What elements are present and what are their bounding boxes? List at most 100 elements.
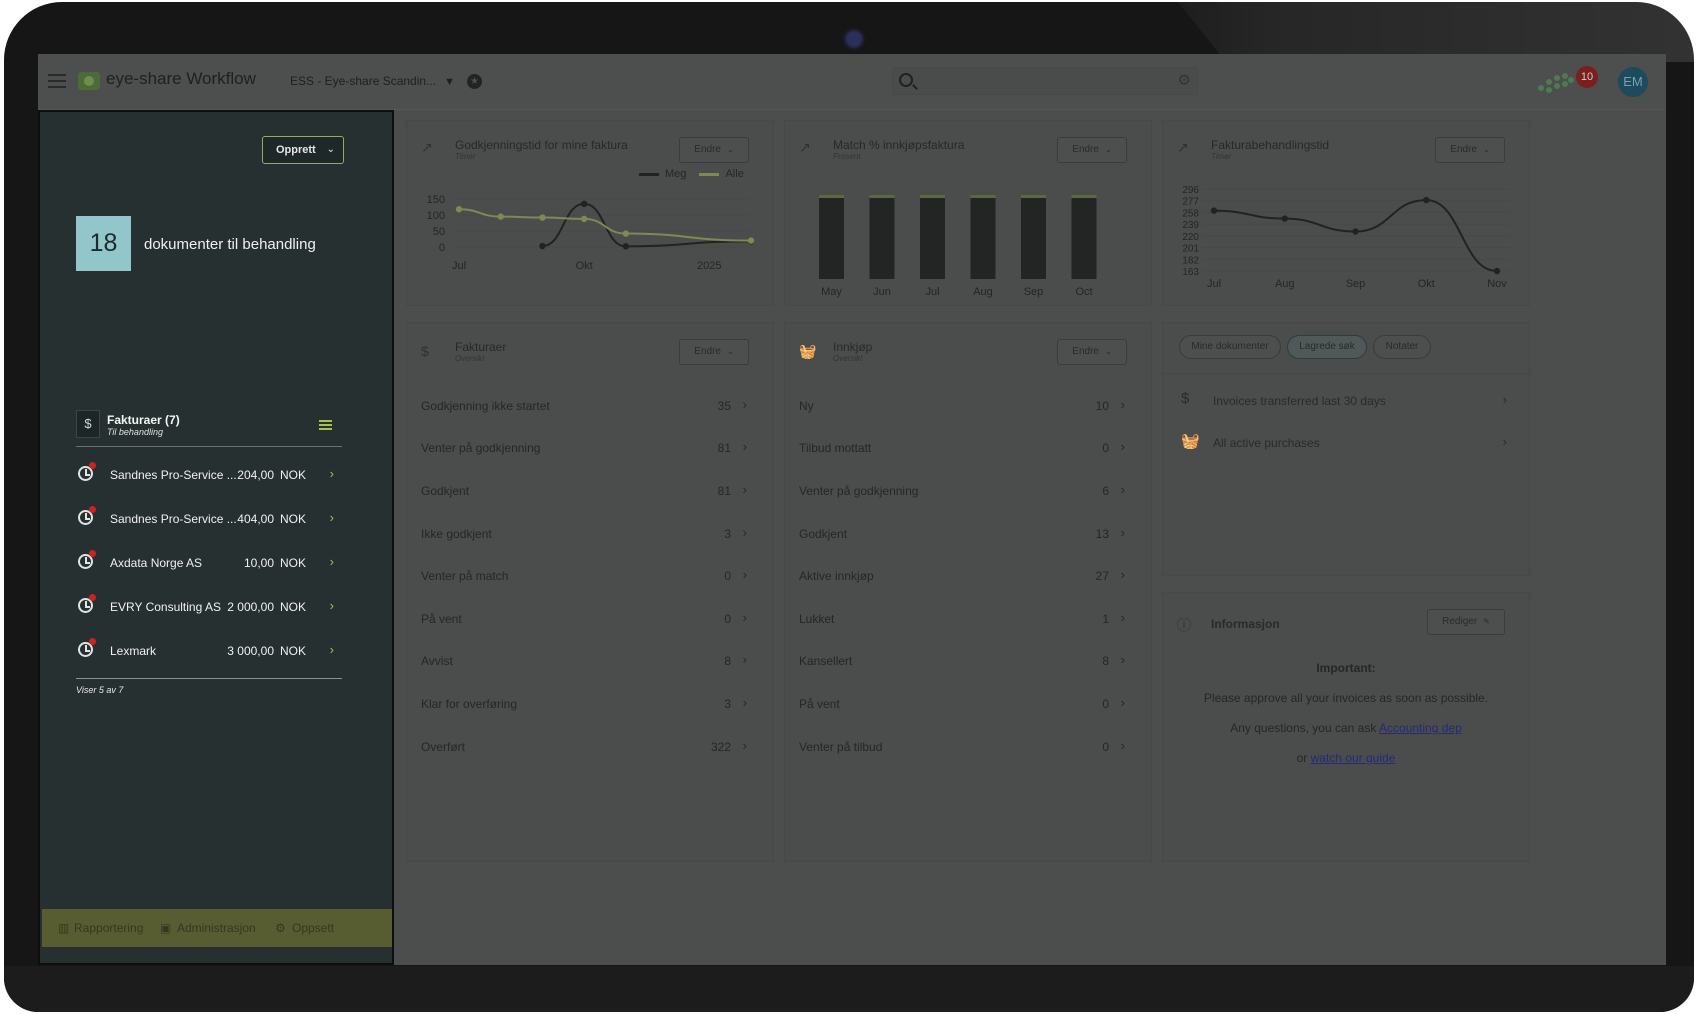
edit-button-label: Endre xyxy=(694,346,721,357)
saved-search-row[interactable]: 🧺 All active purchases › xyxy=(1177,428,1511,458)
info-heading: Important: xyxy=(1316,661,1376,675)
trend-icon: ↗ xyxy=(421,139,433,155)
status-row[interactable]: Kansellert 8 › xyxy=(799,646,1129,676)
status-row[interactable]: Venter på godkjenning 81 › xyxy=(421,433,751,463)
invoice-row[interactable]: Lexmark 3 000,00 NOK › xyxy=(76,628,342,672)
notification-badge[interactable]: 10 xyxy=(1576,66,1598,88)
chevron-right-icon[interactable]: › xyxy=(330,466,334,481)
basket-icon: 🧺 xyxy=(799,343,817,359)
status-row[interactable]: Godkjent 13 › xyxy=(799,519,1129,549)
bar-top-highlight xyxy=(920,195,945,198)
status-row[interactable]: På vent 0 › xyxy=(799,689,1129,719)
y-tick-label: 296 xyxy=(1182,185,1199,196)
saved-search-label: Invoices transferred last 30 days xyxy=(1213,394,1386,408)
status-row[interactable]: Lukket 1 › xyxy=(799,604,1129,634)
edit-button[interactable]: Endre ⌄ xyxy=(679,137,749,163)
create-button[interactable]: Opprett ⌄ xyxy=(262,136,344,164)
invoices-section-title[interactable]: Fakturaer (7) xyxy=(107,413,180,427)
tab-notes[interactable]: Notater xyxy=(1373,335,1431,359)
chevron-right-icon[interactable]: › xyxy=(330,554,334,569)
invoice-amount: 3 000,00 xyxy=(227,644,274,658)
status-count: 0 xyxy=(1102,697,1109,711)
invoice-row[interactable]: Sandnes Pro-Service ... 404,00 NOK › xyxy=(76,496,342,540)
nav-reporting[interactable]: Rapportering xyxy=(74,921,143,935)
bar xyxy=(869,195,895,279)
bar-top-highlight xyxy=(1021,195,1046,198)
tab-saved-searches[interactable]: Lagrede søk xyxy=(1287,335,1367,359)
chevron-right-icon[interactable]: › xyxy=(330,642,334,657)
saved-search-row[interactable]: $ Invoices transferred last 30 days › xyxy=(1177,386,1511,416)
status-count: 3 xyxy=(724,527,731,541)
status-label: Aktive innkjøp xyxy=(799,569,874,583)
user-avatar[interactable]: EM xyxy=(1618,67,1648,97)
chevron-right-icon[interactable]: › xyxy=(330,510,334,525)
status-label: Kansellert xyxy=(799,654,853,668)
status-row[interactable]: Godkjent 81 › xyxy=(421,476,751,506)
status-row[interactable]: Ikke godkjent 3 › xyxy=(421,519,751,549)
company-selector[interactable]: ESS - Eye-share Scandin... ▼ xyxy=(290,74,455,88)
guide-link[interactable]: watch our guide xyxy=(1311,751,1396,765)
nav-settings[interactable]: Oppsett xyxy=(292,921,334,935)
search-icon[interactable] xyxy=(899,73,913,87)
status-row[interactable]: Ny 10 › xyxy=(799,391,1129,421)
invoice-row[interactable]: Axdata Norge AS 10,00 NOK › xyxy=(76,540,342,584)
search-input[interactable] xyxy=(923,72,1163,90)
x-tick-label: Jun xyxy=(873,286,891,298)
chevron-right-icon[interactable]: › xyxy=(330,598,334,613)
dollar-icon: $ xyxy=(421,343,429,359)
nav-administration[interactable]: Administrasjon xyxy=(177,921,256,935)
tab-my-documents[interactable]: Mine dokumenter xyxy=(1179,335,1281,359)
invoice-supplier: EVRY Consulting AS xyxy=(110,600,221,614)
list-view-icon[interactable] xyxy=(319,420,332,430)
chevron-right-icon: › xyxy=(742,482,747,497)
status-row[interactable]: Venter på tilbud 0 › xyxy=(799,732,1129,762)
invoice-row[interactable]: EVRY Consulting AS 2 000,00 NOK › xyxy=(76,584,342,628)
activity-dots-icon[interactable] xyxy=(1538,71,1574,95)
status-row[interactable]: Venter på match 0 › xyxy=(421,561,751,591)
legend-swatch xyxy=(639,172,659,176)
invoice-amount: 2 000,00 xyxy=(227,600,274,614)
chevron-right-icon: › xyxy=(742,652,747,667)
webcam xyxy=(847,32,861,46)
x-tick-label: 2025 xyxy=(697,260,721,272)
hamburger-menu-icon[interactable] xyxy=(48,74,66,88)
status-row[interactable]: Avvist 8 › xyxy=(421,646,751,676)
invoice-row[interactable]: Sandnes Pro-Service ... 204,00 NOK › xyxy=(76,452,342,496)
edit-button[interactable]: Endre ⌄ xyxy=(1435,137,1505,163)
chevron-right-icon: › xyxy=(1120,525,1125,540)
favorite-star-icon[interactable]: ★ xyxy=(467,74,482,89)
chevron-down-icon: ⌄ xyxy=(1482,145,1490,154)
search-settings-gear-icon[interactable]: ⚙ xyxy=(1178,73,1191,89)
status-row[interactable]: Tilbud mottatt 0 › xyxy=(799,433,1129,463)
data-point-alle xyxy=(539,214,546,221)
status-label: Klar for overføring xyxy=(421,697,518,711)
status-count: 3 xyxy=(724,697,731,711)
saved-searches-widget: Mine dokumenter Lagrede søk Notater $ Inv… xyxy=(1162,322,1530,576)
status-row[interactable]: Klar for overføring 3 › xyxy=(421,689,751,719)
edit-button[interactable]: Endre ⌄ xyxy=(679,339,749,365)
trend-icon: ↗ xyxy=(1177,139,1189,155)
status-row[interactable]: På vent 0 › xyxy=(421,604,751,634)
edit-info-button[interactable]: Rediger ✎ xyxy=(1427,609,1505,635)
status-row[interactable]: Overført 322 › xyxy=(421,732,751,762)
status-row[interactable]: Godkjenning ikke startet 35 › xyxy=(421,391,751,421)
data-point-alle xyxy=(580,215,588,223)
invoice-amount: 10,00 xyxy=(243,556,274,570)
status-row[interactable]: Venter på godkjenning 6 › xyxy=(799,476,1129,506)
alert-dot-icon xyxy=(89,506,96,513)
document-count[interactable]: 18 xyxy=(76,216,131,271)
data-point-meg xyxy=(539,242,546,250)
app-title[interactable]: eye-share Workflow xyxy=(106,69,256,89)
reporting-icon: ▥ xyxy=(58,921,70,935)
divider xyxy=(76,678,342,679)
edit-button[interactable]: Endre ⌄ xyxy=(1057,339,1127,365)
invoice-list: Sandnes Pro-Service ... 204,00 NOK › San… xyxy=(76,452,342,672)
status-label: Venter på godkjenning xyxy=(421,441,541,455)
status-count: 8 xyxy=(1102,654,1109,668)
status-count: 0 xyxy=(724,569,731,583)
accounting-link[interactable]: Accounting dep xyxy=(1379,721,1462,735)
status-row[interactable]: Aktive innkjøp 27 › xyxy=(799,561,1129,591)
edit-button[interactable]: Endre ⌄ xyxy=(1057,137,1127,163)
invoice-amount: 204,00 xyxy=(237,468,274,482)
laptop-frame: eye-share Workflow ESS - Eye-share Scand… xyxy=(4,2,1694,1012)
